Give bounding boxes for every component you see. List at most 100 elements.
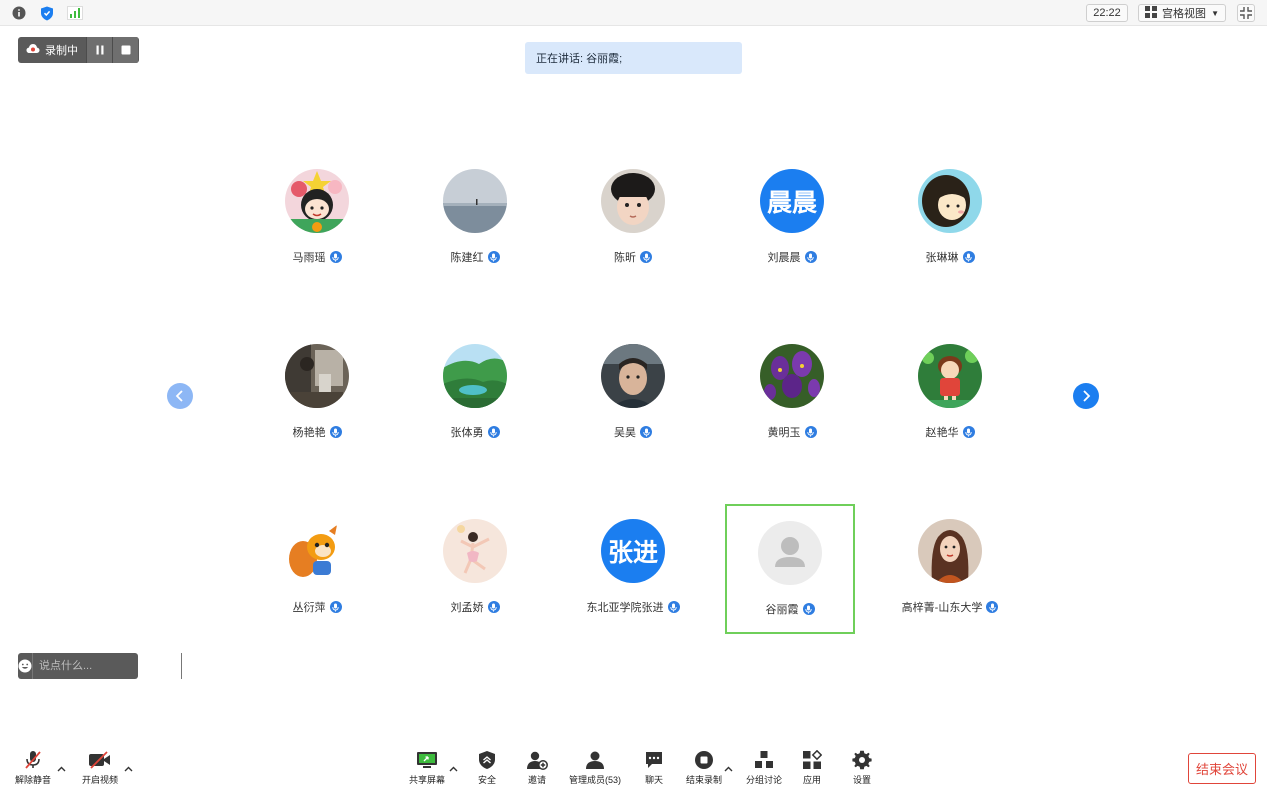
participant-tile[interactable]: 张琳琳 [885,158,1015,288]
info-icon[interactable] [11,5,27,21]
shield-icon [475,750,499,770]
participant-tile[interactable]: 谷丽霞 [725,504,855,634]
participant-tile[interactable]: 赵艳华 [885,333,1015,463]
participant-tile[interactable]: 吴昊 [568,333,698,463]
participant-name-row: 刘孟娇 [410,599,540,615]
participant-tile[interactable]: 张进 东北亚学院张进 [568,508,698,638]
invite-button[interactable]: 邀请 [525,750,549,786]
breakout-icon [752,750,776,770]
participant-tile[interactable]: 张体勇 [410,333,540,463]
avatar [285,344,349,408]
add-user-icon [525,750,549,770]
pause-recording-button[interactable] [86,37,112,63]
grid-view-icon [1145,5,1157,21]
view-mode-label: 宫格视图 [1162,8,1206,20]
quick-chat-bar [18,653,189,679]
manage-members-button[interactable]: 管理成员(53) [567,750,623,786]
settings-label: 设置 [852,775,871,785]
chevron-up-icon [449,766,457,772]
participant-name-row: 张体勇 [410,424,540,440]
video-off-icon [88,750,112,770]
share-options-button[interactable] [448,764,458,774]
participant-name: 黄明玉 [767,427,801,439]
avatar-initials: 晨晨 [760,169,824,233]
chat-bubble-icon [642,750,666,770]
participant-name-row: 黄明玉 [727,424,857,440]
unmute-button[interactable]: 解除静音 [14,750,52,786]
recording-indicator: 录制中 [18,37,139,63]
share-screen-label: 共享屏幕 [408,775,445,785]
participant-tile[interactable]: 陈昕 [568,158,698,288]
avatar [601,344,665,408]
mic-icon [487,251,500,263]
mic-icon [487,601,500,613]
participant-name: 陈昕 [614,252,636,264]
active-speaker-banner: 正在讲话: 谷丽霞; [525,42,742,74]
participant-name: 高梓菁-山东大学 [901,602,983,614]
participant-name: 刘晨晨 [767,252,801,264]
chat-input[interactable] [32,653,181,679]
collapse-chat-button[interactable] [181,653,190,679]
mic-icon [804,251,817,263]
security-button[interactable]: 安全 [475,750,499,786]
participant-tile[interactable]: 陈建红 [410,158,540,288]
mic-icon [329,601,342,613]
avatar [285,169,349,233]
participant-name-row: 赵艳华 [885,424,1015,440]
avatar [918,344,982,408]
end-recording-button[interactable]: 结束录制 [685,750,723,786]
settings-button[interactable]: 设置 [850,750,874,786]
recording-options-button[interactable] [723,764,733,774]
breakout-label: 分组讨论 [745,775,782,785]
view-mode-dropdown[interactable]: 宫格视图 ▼ [1138,4,1226,22]
participant-tile[interactable]: 马雨瑶 [252,158,382,288]
video-options-button[interactable] [123,764,133,774]
signal-icon[interactable] [67,5,83,21]
exit-fullscreen-button[interactable] [1237,4,1255,22]
share-screen-icon [415,750,439,770]
recording-label: 录制中 [45,45,78,57]
participant-tile[interactable]: 杨艳艳 [252,333,382,463]
next-page-button[interactable] [1073,383,1099,409]
mic-icon [640,426,652,438]
participant-name: 赵艳华 [925,427,959,439]
share-screen-button[interactable]: 共享屏幕 [408,750,446,786]
participant-tile[interactable]: 刘孟娇 [410,508,540,638]
participant-name: 杨艳艳 [292,427,326,439]
participant-tile[interactable]: 高梓菁-山东大学 [885,508,1015,638]
participant-name-row: 杨艳艳 [252,424,382,440]
participant-name: 张琳琳 [925,252,959,264]
previous-page-button[interactable] [167,383,193,409]
participant-tile[interactable]: 黄明玉 [727,333,857,463]
mic-icon [487,426,500,438]
chevron-up-icon [124,766,132,772]
end-meeting-button[interactable]: 结束会议 [1188,753,1256,784]
avatar [918,519,982,583]
shield-icon[interactable] [39,5,55,21]
stop-recording-button[interactable] [112,37,138,63]
participant-tile[interactable]: 丛衍萍 [252,508,382,638]
unmute-label: 解除静音 [14,775,51,785]
start-video-button[interactable]: 开启视频 [82,750,118,786]
avatar [760,344,824,408]
participant-tile[interactable]: 晨晨刘晨晨 [727,158,857,288]
participant-name-row: 吴昊 [568,424,698,440]
avatar [918,169,982,233]
top-bar: 22:22 宫格视图 ▼ [0,0,1267,26]
smiley-icon [18,659,32,673]
manage-members-label: 管理成员(53) [568,775,621,785]
chat-label: 聊天 [644,775,663,785]
avatar [601,169,665,233]
emoji-button[interactable] [18,659,32,673]
breakout-rooms-button[interactable]: 分组讨论 [745,750,783,786]
chevron-up-icon [724,766,732,772]
mic-icon [329,251,342,263]
apps-button[interactable]: 应用 [800,750,824,786]
participant-name: 陈建红 [450,252,484,264]
audio-options-button[interactable] [56,764,66,774]
chat-button[interactable]: 聊天 [642,750,666,786]
gear-icon [850,750,874,770]
default-user-icon [758,521,822,585]
participant-name-row: 陈昕 [568,249,698,265]
recording-status: 录制中 [18,37,86,63]
